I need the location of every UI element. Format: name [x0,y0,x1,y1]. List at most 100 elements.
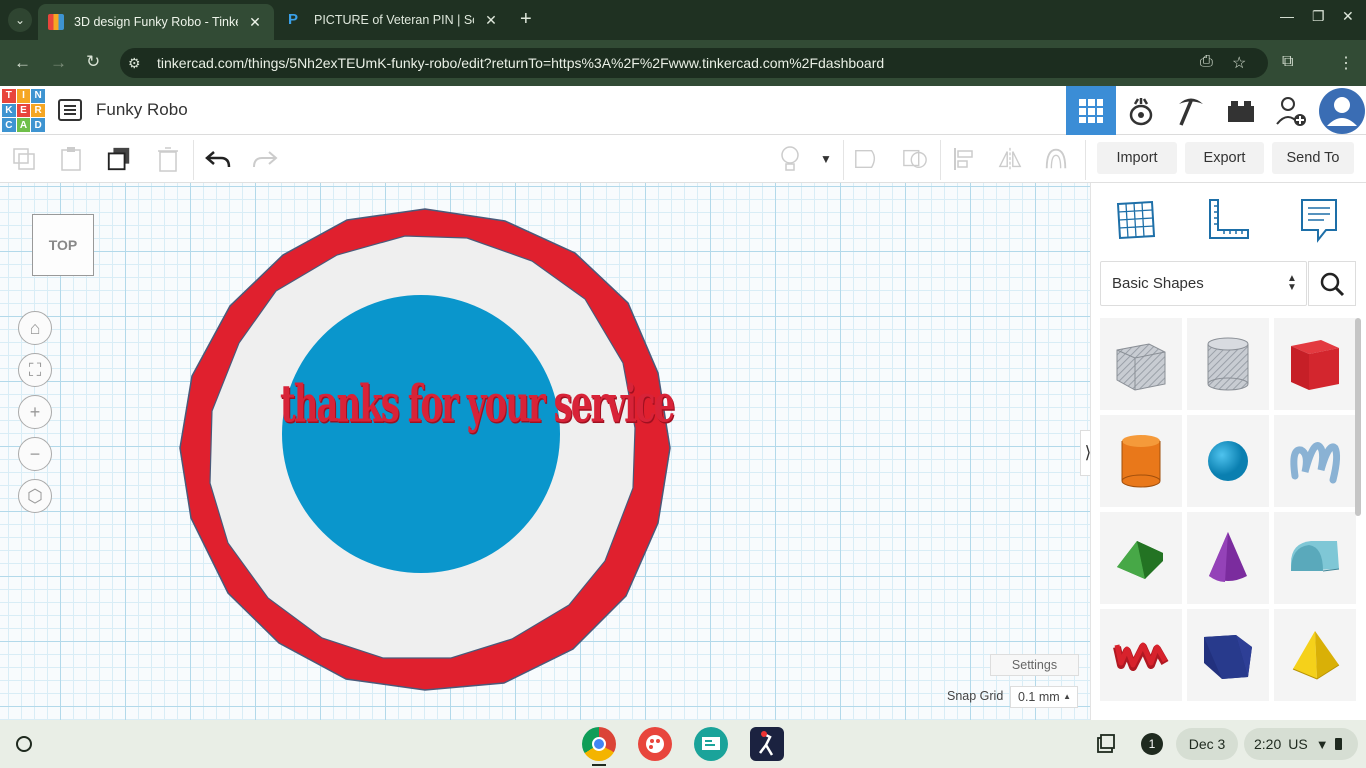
group-icon[interactable] [853,146,879,172]
box-hole-shape[interactable] [1100,318,1182,410]
snap-grid-value: 0.1 mm [1018,690,1060,704]
scribble-shape[interactable] [1274,415,1356,507]
close-window-icon[interactable]: ✕ [1342,8,1354,25]
mirror-icon[interactable] [997,146,1023,172]
send-to-button[interactable]: Send To [1272,142,1354,174]
status-tray[interactable]: 2:20 US ▼ [1244,728,1358,760]
battery-icon [1334,738,1342,750]
select-arrows-icon: ▲ ▼ [1287,273,1297,293]
shape-library-select[interactable]: Basic Shapes [1100,261,1307,306]
sphere-shape[interactable] [1187,415,1269,507]
user-avatar[interactable] [1319,88,1365,134]
logo-letter: I [16,89,31,103]
view-switcher [1066,86,1316,135]
new-tab-icon[interactable]: + [520,8,532,31]
install-app-icon[interactable]: ⎙ [1200,53,1213,71]
tinkercad-favicon-icon [48,14,64,30]
round-roof-shape[interactable] [1274,512,1356,604]
restore-icon[interactable]: ❐ [1312,8,1325,25]
home-view-icon[interactable]: ⌂ [18,311,52,345]
forward-icon[interactable]: → [50,53,67,73]
launcher-icon[interactable] [16,736,32,752]
grid-icon [1079,98,1103,123]
view-cube[interactable]: TOP [32,214,94,276]
workplane-tool-icon[interactable] [1112,196,1160,244]
delete-icon[interactable] [155,146,181,172]
panel-scrollbar[interactable] [1355,318,1361,516]
fit-view-icon[interactable]: ⛶ [18,353,52,387]
logo-letter: A [16,118,31,132]
duplicate-icon[interactable] [106,146,132,172]
zoom-in-icon[interactable]: + [18,395,52,429]
tinkercad-logo[interactable]: T I N K E R C A D [2,89,45,132]
clipboard-tray-icon[interactable] [1090,728,1122,760]
copy-icon[interactable] [11,146,37,172]
avatar-icon [1320,89,1364,133]
perspective-icon[interactable]: ⬡ [18,479,52,513]
zoom-out-icon[interactable]: − [18,437,52,471]
tab-search-chevron-icon[interactable]: ⌄ [8,8,32,32]
undo-icon[interactable] [205,146,231,172]
logo-letter: D [31,118,45,132]
tab-tinkercad[interactable]: 3D design Funky Robo - Tinkercad ✕ [38,4,274,40]
lightbulb-icon[interactable] [777,146,803,172]
wedge-shape[interactable] [1187,609,1269,701]
design-title[interactable]: Funky Robo [96,100,188,120]
logo-letter: K [2,103,16,118]
address-bar[interactable]: tinkercad.com/things/5Nh2exTEUmK-funky-r… [120,48,1268,78]
classroom-app-icon[interactable] [694,727,728,761]
search-icon [1320,272,1345,296]
date-tray[interactable]: Dec 3 [1176,728,1238,760]
align-icon[interactable] [951,146,977,172]
cylinder-hole-shape[interactable] [1187,318,1269,410]
toolbar-divider [193,140,194,180]
workplane[interactable]: thanks for your service [0,183,1090,720]
veteran-pin-model[interactable] [0,183,1090,720]
snap-grid-select[interactable]: 0.1 mm ▲ [1010,686,1078,708]
redo-icon[interactable] [252,146,278,172]
tab-schoology[interactable]: P PICTURE of Veteran PIN | Schoology ✕ [278,4,510,36]
extensions-icon[interactable]: ⧉ [1282,53,1293,71]
cylinder-shape[interactable] [1100,415,1182,507]
design-menu-icon[interactable] [58,99,82,121]
game-app-icon[interactable] [750,727,784,761]
time-label: 2:20 [1254,736,1282,752]
caret-up-icon: ▲ [1063,692,1071,701]
brick-icon [1228,100,1254,122]
3d-design-view-button[interactable] [1066,86,1116,135]
paint-app-icon[interactable] [638,727,672,761]
roof-shape[interactable] [1100,512,1182,604]
locale-label: US [1288,736,1308,752]
dropdown-arrow-icon[interactable]: ▼ [813,146,839,172]
bookmark-star-icon[interactable]: ☆ [1232,53,1246,73]
ruler-tool-icon[interactable] [1204,196,1252,244]
bricks-button[interactable] [1216,86,1266,135]
invite-user-button[interactable] [1266,86,1316,135]
sim-lab-button[interactable] [1116,86,1166,135]
close-tab-icon[interactable]: ✕ [482,12,500,29]
box-shape[interactable] [1274,318,1356,410]
settings-button[interactable]: Settings [990,654,1079,676]
minimize-icon[interactable]: — [1280,8,1294,24]
text-shape[interactable] [1100,609,1182,701]
notification-badge[interactable]: 1 [1141,733,1163,755]
close-tab-icon[interactable]: ✕ [246,14,264,31]
ungroup-icon[interactable] [902,146,928,172]
paste-icon[interactable] [58,146,84,172]
browser-menu-icon[interactable]: ⋮ [1338,53,1354,73]
export-button[interactable]: Export [1185,142,1264,174]
logo-letter: N [31,89,45,103]
reload-icon[interactable]: ↻ [86,52,100,72]
chrome-app-icon[interactable] [582,727,616,761]
pyramid-shape[interactable] [1274,609,1356,701]
cruise-icon[interactable] [1043,146,1069,172]
site-info-icon[interactable]: ⚙ [128,55,141,72]
notes-tool-icon[interactable] [1296,196,1344,244]
snap-grid-label: Snap Grid [947,689,1004,703]
pin-text[interactable]: thanks for your service [280,375,675,435]
search-button[interactable] [1308,261,1356,306]
cone-shape[interactable] [1187,512,1269,604]
blocks-button[interactable] [1166,86,1216,135]
back-icon[interactable]: ← [14,53,31,73]
import-button[interactable]: Import [1097,142,1177,174]
